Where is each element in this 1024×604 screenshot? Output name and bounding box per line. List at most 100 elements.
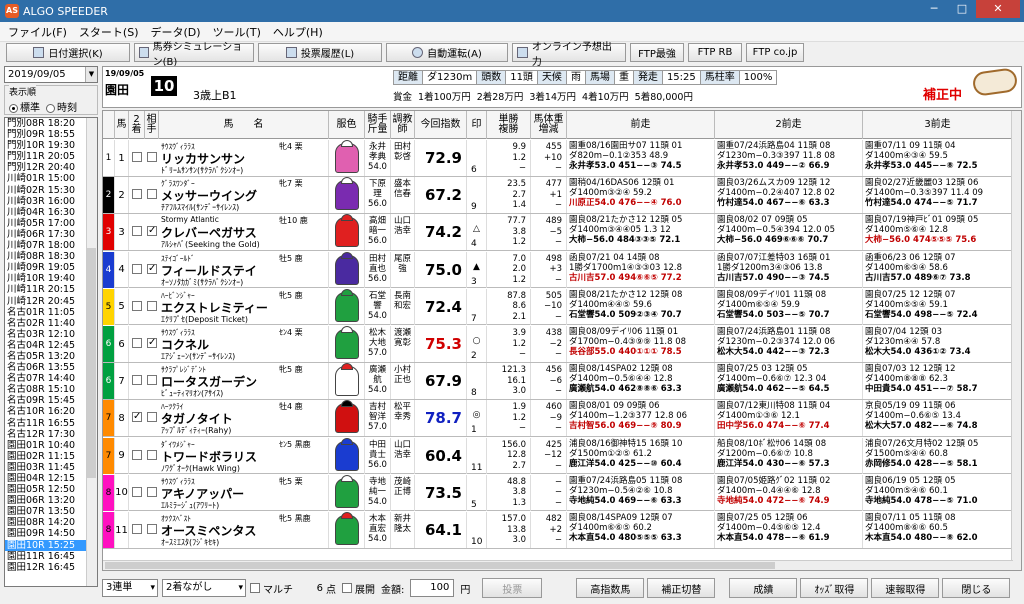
race-list-item[interactable]: 門別11R 20:05 <box>5 151 97 162</box>
vote-button[interactable]: 投票 <box>482 578 543 598</box>
race-list-item[interactable]: 門別09R 18:55 <box>5 129 97 140</box>
race-list-item[interactable]: 園田06R 13:20 <box>5 495 97 506</box>
race-list-item[interactable]: 名古06R 13:55 <box>5 362 97 373</box>
table-row[interactable]: 6 6 ✓ ｻｳｽｳﾞｨﾗﾗｽ ｾﾝ4 栗コクネル ｴｱｼﾞｪｰﾝ(ｻﾝﾃﾞｰｻｲﾚﾝｽ)… <box>103 326 1013 363</box>
partner-checkbox[interactable] <box>147 412 157 423</box>
auto-run-button[interactable]: 自動運転(A) <box>386 43 508 62</box>
vote-history-button[interactable]: 投票履歴(L) <box>258 43 382 62</box>
race-list-item[interactable]: 川崎12R 20:45 <box>5 296 97 307</box>
table-vscrollbar[interactable] <box>1011 111 1021 570</box>
horse-cell[interactable]: ｽﾃｲｺﾞｰﾙﾄﾞ 牡5 鹿フィールドステイ ｵｰｿﾉﾀｶｶﾞﾐ(ｻｸﾗﾊﾞｸｼﾝｵ… <box>159 251 329 288</box>
menu-help[interactable]: ヘルプ(H) <box>273 24 323 40</box>
date-select-button[interactable]: 日付選択(K) <box>6 43 130 62</box>
partner-checkbox[interactable] <box>147 486 157 497</box>
expand-checkbox[interactable] <box>342 583 352 593</box>
horse-cell[interactable]: ｵﾂｸｽﾍﾞｽﾄ 牝5 黒鹿 オースミペンタス ｵｰｽﾐｴｽﾀ(ﾌｼﾞｷｾｷ) <box>159 512 329 548</box>
partner-checkbox[interactable]: ✓ <box>147 226 157 237</box>
race-list-item[interactable]: 園田02R 11:15 <box>5 451 97 462</box>
bet-type-select[interactable]: 3連単 <box>102 579 158 597</box>
race-list-item[interactable]: 門別08R 18:20 <box>5 118 97 129</box>
race-list-item[interactable]: 園田04R 12:15 <box>5 473 97 484</box>
race-list-item[interactable]: 園田10R 15:25 <box>5 539 97 551</box>
race-list-item[interactable]: 園田01R 10:40 <box>5 440 97 451</box>
close-button[interactable]: 閉じる <box>942 578 1011 598</box>
sort-time-radio[interactable]: 時刻 <box>46 99 77 114</box>
maximize-icon[interactable]: □ <box>948 0 976 18</box>
partner-checkbox[interactable] <box>147 189 157 200</box>
race-list-item[interactable]: 園田03R 11:45 <box>5 462 97 473</box>
horse-cell[interactable]: ｻｳｽｳﾞｨﾗﾗｽ 牝5 栗アキノアッパー ｴﾙﾐﾗｰｼﾞｭ(ｱﾜﾘｰﾄ) <box>159 474 329 511</box>
race-list-item[interactable]: 川崎06R 17:30 <box>5 229 97 240</box>
race-list-item[interactable]: 園田11R 16:45 <box>5 551 97 562</box>
race-list[interactable]: 門別08R 18:20 門別09R 18:55 門別10R 19:30 門別11R 2… <box>4 117 98 587</box>
second-place-checkbox[interactable] <box>132 152 142 162</box>
horse-cell[interactable]: ﾊｰﾋﾞﾝｼﾞｬｰ 牝5 鹿エクストレミティー ｴｸﾘﾌﾟｾ(Deposit Tic… <box>159 288 329 325</box>
race-list-item[interactable]: 園田08R 14:20 <box>5 517 97 528</box>
second-place-checkbox[interactable] <box>132 226 142 237</box>
second-place-checkbox[interactable] <box>132 263 142 274</box>
bet-simulation-button[interactable]: 馬券シミュレーション(B) <box>134 42 254 68</box>
race-list-item[interactable]: 名古02R 11:40 <box>5 318 97 329</box>
race-list-item[interactable]: 川崎07R 18:00 <box>5 240 97 251</box>
second-place-checkbox[interactable] <box>132 338 142 348</box>
partner-checkbox[interactable]: ✓ <box>147 263 157 274</box>
race-list-item[interactable]: 川崎04R 16:30 <box>5 207 97 218</box>
horse-cell[interactable]: ﾀﾞｲﾜﾒｼﾞｬｰ ｾﾝ5 黒鹿 トワードボラリス ﾉﾜｸﾞｵｰｸ(Hawk Wing… <box>159 437 329 474</box>
race-list-item[interactable]: 名古11R 16:55 <box>5 418 97 429</box>
amount-input[interactable]: 100 <box>410 579 455 597</box>
race-list-item[interactable]: 門別10R 19:30 <box>5 140 97 151</box>
race-list-item[interactable]: 川崎08R 18:30 <box>5 251 97 262</box>
race-list-item[interactable]: 川崎09R 19:05 <box>5 262 97 273</box>
ftp-saikyo-button[interactable]: FTP最強 <box>630 43 684 62</box>
table-row[interactable]: 2 2 ｸﾞﾗｽﾜﾝﾀﾞｰ 牝7 栗メッサーウイング ﾁｱﾌﾙｽﾏｲﾙ(ｻﾝﾃﾞｰｻｲﾚ… <box>103 177 1013 214</box>
table-row[interactable]: 8 10 ｻｳｽｳﾞｨﾗﾗｽ 牝5 栗アキノアッパー ｴﾙﾐﾗｰｼﾞｭ(ｱﾜﾘｰﾄ) 寺地… <box>103 474 1013 512</box>
race-list-item[interactable]: 門別12R 20:40 <box>5 162 97 173</box>
odds-fetch-button[interactable]: ｵｯｽﾞ取得 <box>800 578 869 598</box>
scroll-thumb[interactable] <box>87 248 96 478</box>
race-list-item[interactable]: 名古09R 15:45 <box>5 395 97 406</box>
menu-file[interactable]: ファイル(F) <box>8 24 67 40</box>
race-list-item[interactable]: 名古05R 13:20 <box>5 351 97 362</box>
race-list-item[interactable]: 川崎10R 19:40 <box>5 273 97 284</box>
table-hscrollbar[interactable] <box>103 560 1013 570</box>
second-place-checkbox[interactable] <box>132 449 142 460</box>
table-row[interactable]: 1 1 ｻｳｽｳﾞｨﾗﾗｽ 牝4 栗リッカサンサン ﾄﾞﾘｰﾑｻﾝｻﾝ(ｻｸﾗﾊﾞｸｼﾝ… <box>103 140 1013 177</box>
multi-checkbox[interactable] <box>250 583 260 593</box>
menu-start[interactable]: スタート(S) <box>79 24 139 40</box>
quick-fetch-button[interactable]: 速報取得 <box>871 578 940 598</box>
minimize-icon[interactable]: ─ <box>920 0 948 18</box>
second-place-checkbox[interactable] <box>132 300 142 311</box>
sort-standard-radio[interactable]: 標準 <box>9 99 40 114</box>
race-list-scrollbar[interactable] <box>86 118 97 586</box>
table-row[interactable]: 3 3 ✓ Stormy Atlantic 牡10 鹿クレバーペガサス ｱﾙｼｬﾊﾞ(Se… <box>103 214 1013 251</box>
second-place-checkbox[interactable] <box>132 375 142 386</box>
horse-cell[interactable]: ﾊｰﾂｸﾗｲ 牡4 鹿タガノタイト ｱｯﾌﾟﾙﾃﾞｨﾃｨｰ(Rahy) <box>159 400 329 437</box>
second-place-checkbox[interactable] <box>132 189 142 200</box>
correction-toggle-button[interactable]: 補正切替 <box>647 578 716 598</box>
table-row[interactable]: 5 5 ﾊｰﾋﾞﾝｼﾞｬｰ 牝5 鹿エクストレミティー ｴｸﾘﾌﾟｾ(Deposit T… <box>103 288 1013 326</box>
horse-cell[interactable]: ｸﾞﾗｽﾜﾝﾀﾞｰ 牝7 栗メッサーウイング ﾁｱﾌﾙｽﾏｲﾙ(ｻﾝﾃﾞｰｻｲﾚﾝｽ… <box>159 177 329 214</box>
race-list-item[interactable]: 園田09R 14:50 <box>5 528 97 539</box>
second-place-checkbox[interactable] <box>132 524 142 534</box>
ftp-cojp-button[interactable]: FTP co.jp <box>746 43 804 62</box>
table-row[interactable]: 7 8 ✓ ﾊｰﾂｸﾗｲ 牡4 鹿タガノタイト ｱｯﾌﾟﾙﾃﾞｨﾃｨｰ(Rahy) 吉村 智… <box>103 400 1013 437</box>
hscroll-thumb[interactable] <box>105 562 775 569</box>
date-dropdown[interactable]: 2019/09/05 ▼ <box>4 66 98 83</box>
horse-cell[interactable]: ｻｸﾗﾌﾟﾚｼﾞﾃﾞﾝﾄ 牝5 鹿ロータスガーデン ﾋﾞｭｰﾃｨﾏﾘｵﾝ(ｱｻｲｽ) <box>159 363 329 400</box>
table-row[interactable]: 7 9 ﾀﾞｲﾜﾒｼﾞｬｰ ｾﾝ5 黒鹿 トワードボラリス ﾉﾜｸﾞｵｰｸ(Hawk Wi… <box>103 437 1013 475</box>
race-list-item[interactable]: 名古01R 11:05 <box>5 307 97 318</box>
race-list-item[interactable]: 園田07R 13:50 <box>5 506 97 517</box>
table-row[interactable]: 4 4 ✓ ｽﾃｲｺﾞｰﾙﾄﾞ 牡5 鹿フィールドステイ ｵｰｿﾉﾀｶｶﾞﾐ(ｻｸﾗﾊﾞｸ… <box>103 251 1013 289</box>
close-icon[interactable]: ✕ <box>976 0 1020 18</box>
high-index-button[interactable]: 高指数馬 <box>576 578 645 598</box>
race-list-item[interactable]: 川崎03R 16:00 <box>5 196 97 207</box>
partner-checkbox[interactable] <box>147 524 157 534</box>
ftp-rb-button[interactable]: FTP RB <box>688 43 742 62</box>
dropdown-arrow-icon[interactable]: ▼ <box>85 67 97 82</box>
race-list-item[interactable]: 名古08R 15:10 <box>5 384 97 395</box>
race-list-item[interactable]: 園田05R 12:50 <box>5 484 97 495</box>
table-row[interactable]: 8 11 ｵﾂｸｽﾍﾞｽﾄ 牝5 黒鹿 オースミペンタス ｵｰｽﾐｴｽﾀ(ﾌｼﾞｷｾｷ) 木… <box>103 512 1013 549</box>
results-button[interactable]: 成績 <box>729 578 798 598</box>
bet-mode-select[interactable]: 2着ながし <box>162 579 246 597</box>
race-list-item[interactable]: 名古04R 12:45 <box>5 340 97 351</box>
